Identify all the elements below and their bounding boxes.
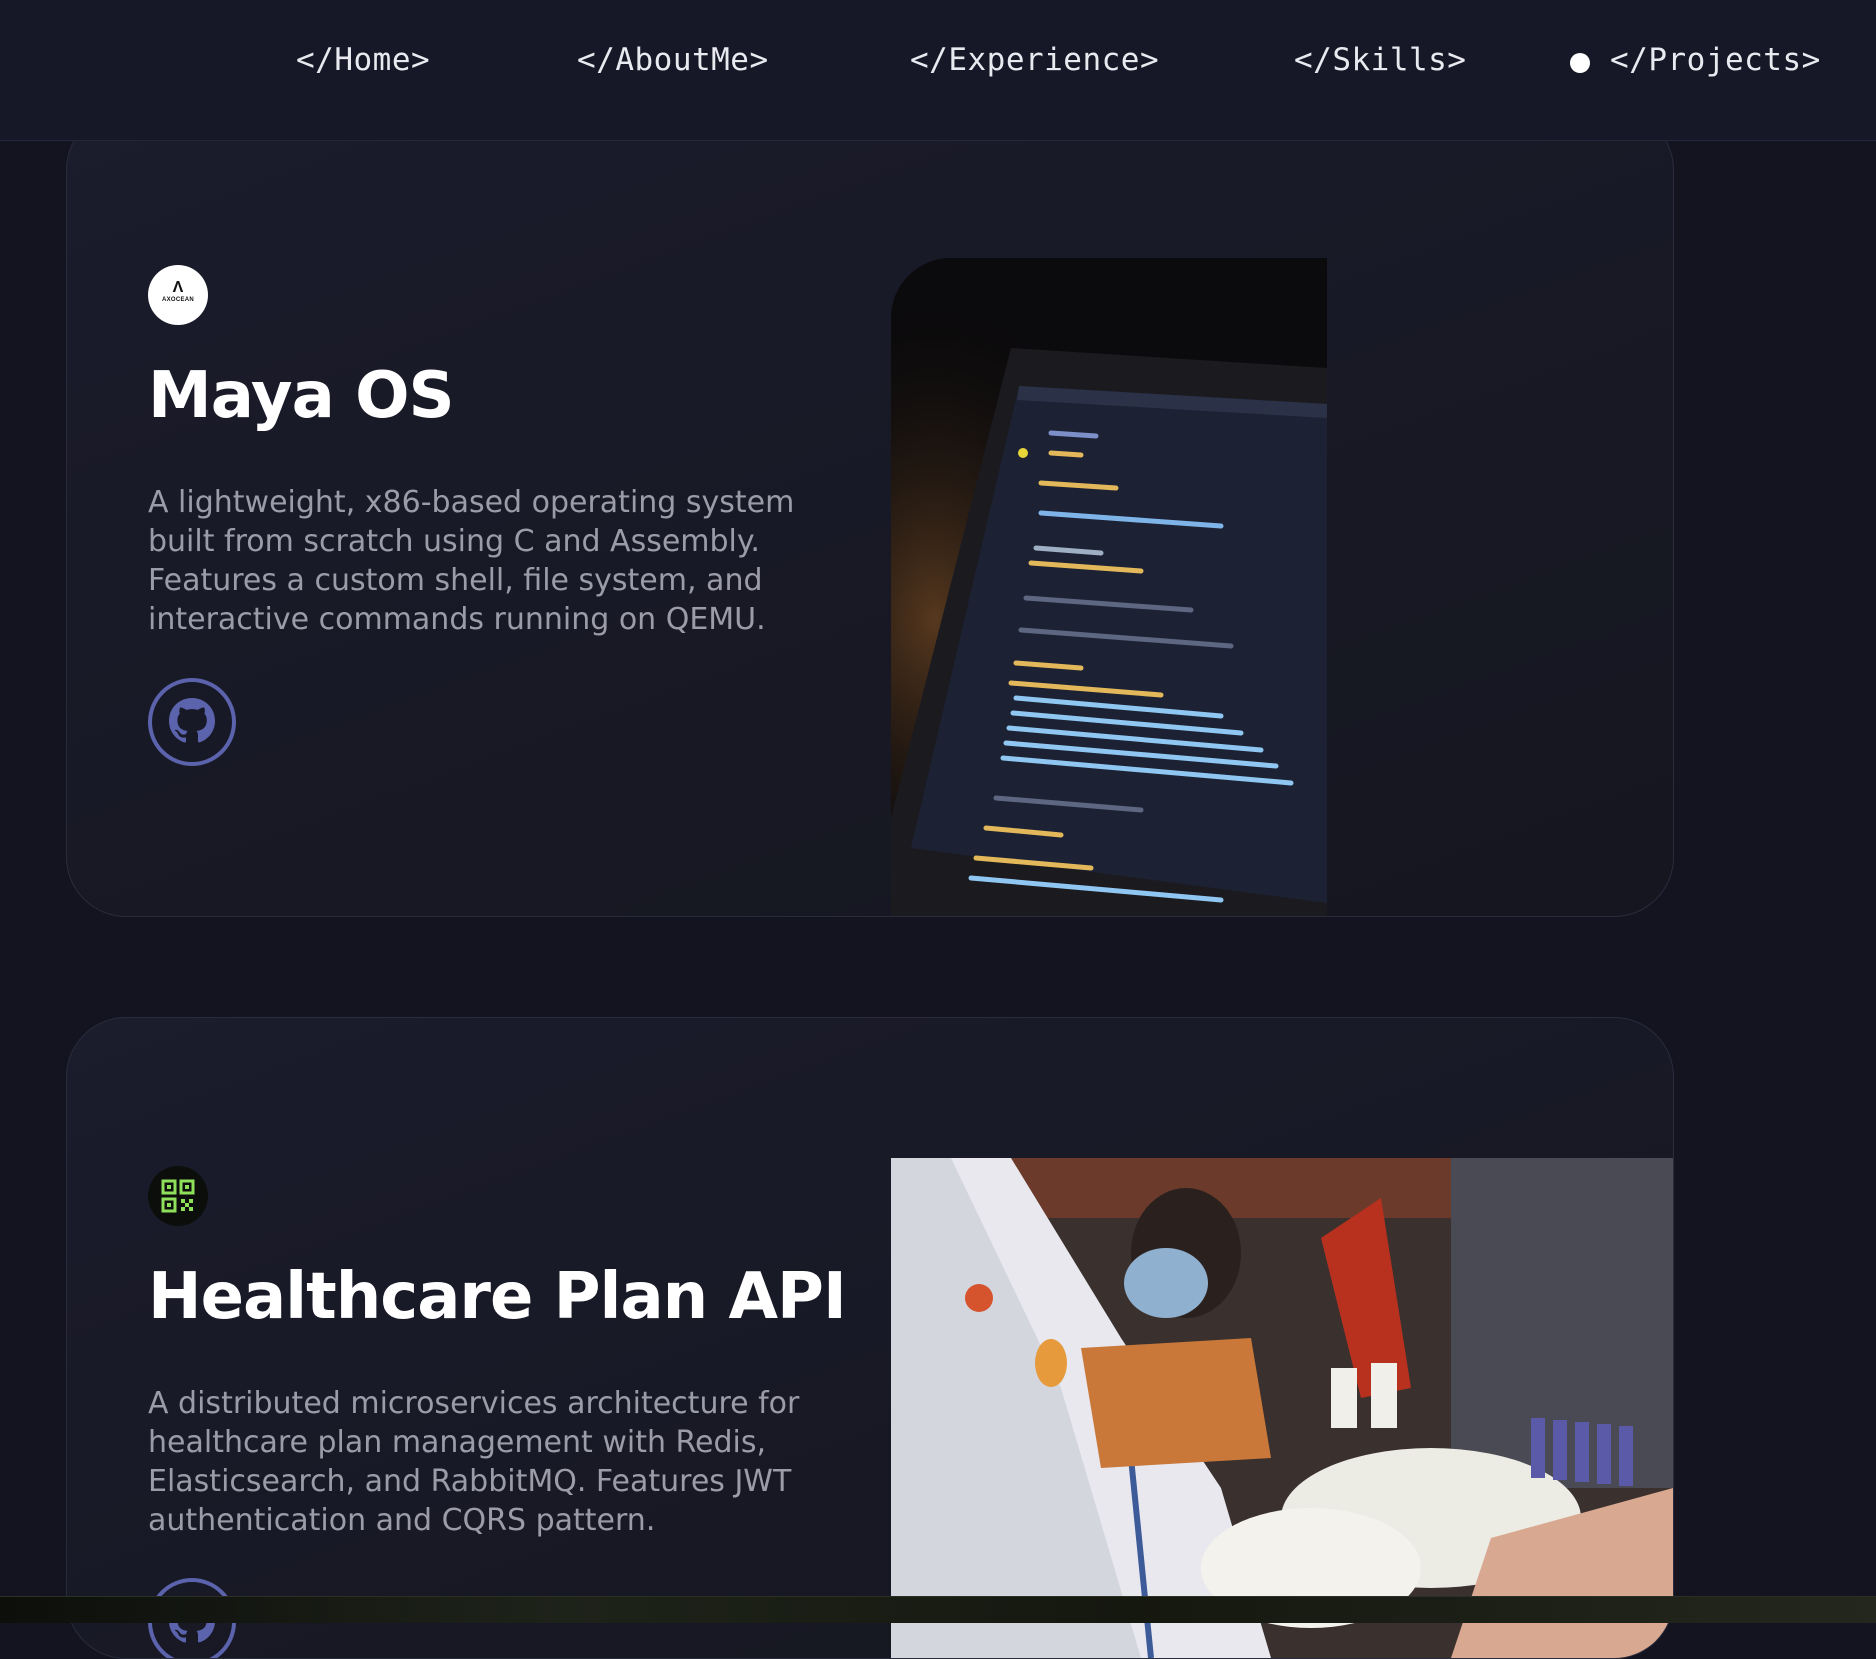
logo-text: AXOCEAN [161, 297, 195, 303]
nav-projects-link[interactable]: </Projects> [1610, 42, 1821, 78]
axocean-logo-icon: Λ AXOCEAN [148, 265, 208, 325]
project-card-healthcare-api: Healthcare Plan API A distributed micros… [66, 1017, 1674, 1659]
project-description: A distributed microservices architecture… [148, 1386, 800, 1538]
healthcare-photo-illustration [891, 1158, 1673, 1658]
project-image-laptop-code [891, 258, 1327, 916]
top-navbar: </Home> </AboutMe> </Experience> </Skill… [0, 0, 1876, 141]
project-title: Maya OS [148, 359, 455, 433]
github-icon [169, 698, 215, 743]
github-link-button[interactable] [148, 678, 236, 766]
nav-home-link[interactable]: </Home> [296, 42, 430, 78]
project-image-healthcare [891, 1158, 1673, 1658]
nav-skills-link[interactable]: </Skills> [1294, 42, 1466, 78]
nav-experience-link[interactable]: </Experience> [910, 42, 1159, 78]
project-card-maya-os: Λ AXOCEAN Maya OS A lightweight, x86-bas… [66, 110, 1674, 917]
active-indicator-dot [1570, 53, 1590, 73]
qr-code-icon [148, 1166, 208, 1226]
project-title: Healthcare Plan API [148, 1260, 847, 1334]
nav-aboutme-link[interactable]: </AboutMe> [577, 42, 769, 78]
project-description: A lightweight, x86-based operating syste… [148, 485, 795, 637]
laptop-code-illustration [891, 258, 1327, 916]
page-bottom-strip [0, 1596, 1876, 1623]
